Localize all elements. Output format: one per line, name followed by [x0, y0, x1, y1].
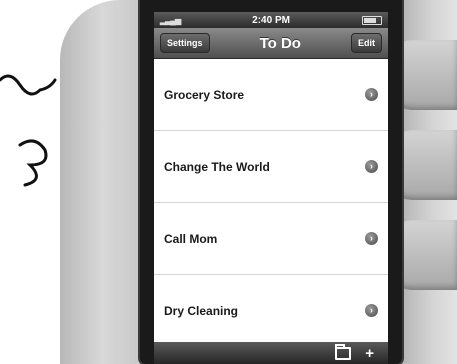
signal-icon: ▂▃▄▅ — [160, 15, 181, 25]
phone-device: ▂▃▄▅ 2:40 PM Settings To Do Edit Grocery… — [140, 0, 402, 364]
list-item[interactable]: Change The World › — [154, 131, 388, 203]
bottom-toolbar: + — [154, 342, 388, 364]
navigation-bar: Settings To Do Edit — [154, 28, 388, 59]
list-item-label: Dry Cleaning — [164, 303, 239, 318]
list-item[interactable]: Grocery Store › — [154, 59, 388, 131]
phone-screen: ▂▃▄▅ 2:40 PM Settings To Do Edit Grocery… — [154, 12, 388, 364]
battery-icon — [361, 15, 382, 25]
disclosure-icon[interactable]: › — [365, 88, 378, 101]
list-item-label: Grocery Store — [164, 87, 245, 102]
settings-button[interactable]: Settings — [160, 33, 210, 53]
page-title: To Do — [259, 34, 301, 52]
status-bar: ▂▃▄▅ 2:40 PM — [154, 12, 388, 28]
list-item[interactable]: Call Mom › — [154, 203, 388, 275]
list-item-label: Call Mom — [164, 231, 218, 246]
status-time: 2:40 PM — [252, 14, 290, 26]
disclosure-icon[interactable]: › — [365, 160, 378, 173]
list-item-label: Change The World — [164, 159, 270, 174]
disclosure-icon[interactable]: › — [365, 304, 378, 317]
disclosure-icon[interactable]: › — [365, 232, 378, 245]
list-item[interactable]: Dry Cleaning › — [154, 275, 388, 347]
plus-icon[interactable]: + — [365, 345, 374, 362]
edit-button[interactable]: Edit — [350, 33, 382, 53]
handwriting-decoration — [0, 74, 57, 187]
folder-icon[interactable] — [335, 343, 352, 360]
todo-list: Grocery Store › Change The World › Call … — [154, 59, 388, 347]
